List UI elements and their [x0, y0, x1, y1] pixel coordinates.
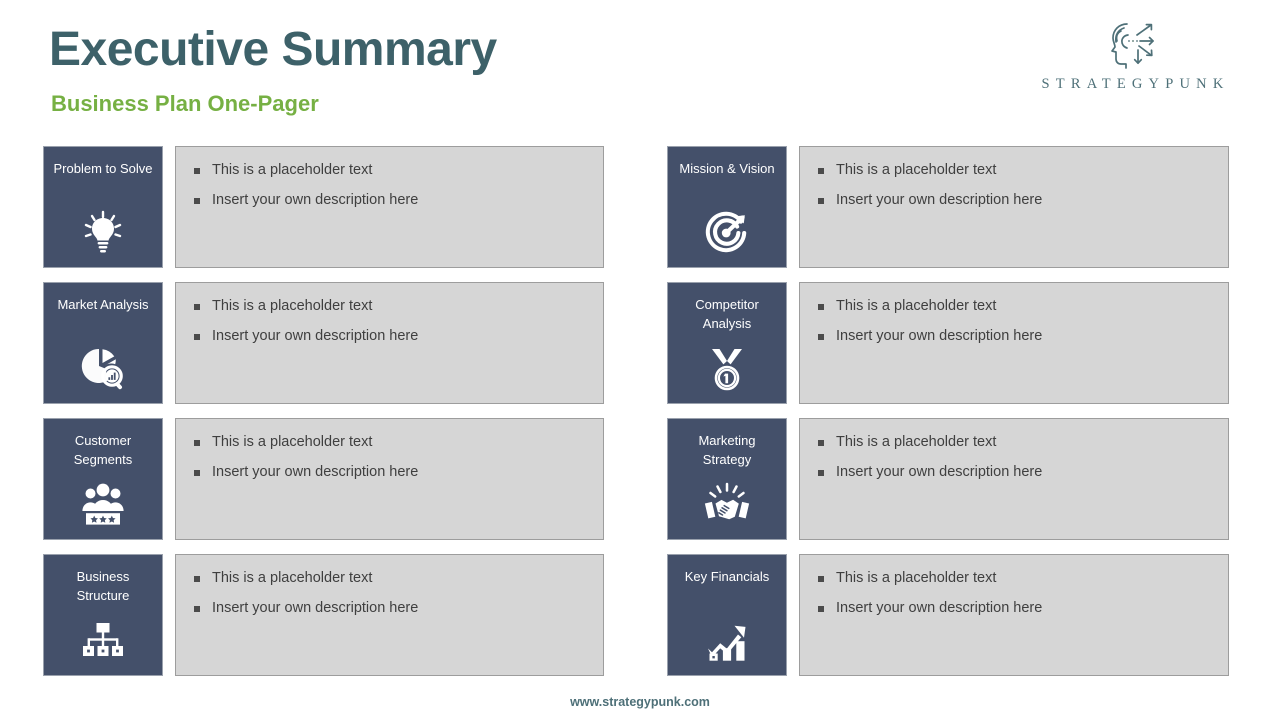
bullet-text: This is a placeholder text: [212, 434, 373, 450]
bullet-text: This is a placeholder text: [836, 434, 997, 450]
panel-problem-to-solve[interactable]: This is a placeholder text Insert your o…: [175, 146, 604, 268]
panel-customer-segments[interactable]: This is a placeholder text Insert your o…: [175, 418, 604, 540]
bullet-text: Insert your own description here: [836, 192, 1043, 208]
tile-competitor-analysis[interactable]: Competitor Analysis: [667, 282, 787, 404]
square-bullet-icon: [818, 440, 824, 446]
list-item: This is a placeholder text: [818, 433, 1228, 452]
target-arrow-icon: [703, 209, 751, 257]
bullet-text: Insert your own description here: [836, 328, 1043, 344]
tile-problem-to-solve[interactable]: Problem to Solve: [43, 146, 163, 268]
people-group-stars-icon: [79, 481, 127, 529]
panel-mission-and-vision[interactable]: This is a placeholder text Insert your o…: [799, 146, 1229, 268]
square-bullet-icon: [194, 470, 200, 476]
list-item: This is a placeholder text: [194, 433, 603, 452]
tile-label: Customer Segments: [73, 433, 133, 467]
brand-wordmark: STRATEGYPUNK: [1041, 76, 1230, 92]
tile-market-analysis[interactable]: Market Analysis: [43, 282, 163, 404]
org-chart-icon: [79, 617, 127, 665]
strategypunk-head-arrows-logo-icon: [1110, 23, 1154, 69]
bullet-text: Insert your own description here: [212, 464, 419, 480]
pie-chart-magnifier-icon: [79, 345, 127, 393]
panel-competitor-analysis[interactable]: This is a placeholder text Insert your o…: [799, 282, 1229, 404]
panel-business-structure[interactable]: This is a placeholder text Insert your o…: [175, 554, 604, 676]
bullet-text: This is a placeholder text: [212, 298, 373, 314]
bullet-text: This is a placeholder text: [836, 298, 997, 314]
square-bullet-icon: [818, 576, 824, 582]
bullet-text: This is a placeholder text: [836, 570, 997, 586]
list-item: This is a placeholder text: [194, 161, 603, 180]
bullet-text: Insert your own description here: [212, 328, 419, 344]
square-bullet-icon: [194, 304, 200, 310]
square-bullet-icon: [818, 198, 824, 204]
slide-header: Executive Summary Business Plan One-Page…: [0, 0, 1280, 140]
tile-label: Market Analysis: [57, 297, 149, 312]
page-subtitle: Business Plan One-Pager: [51, 91, 319, 116]
list-item: This is a placeholder text: [818, 297, 1228, 316]
handshake-icon: [703, 481, 751, 529]
tile-key-financials[interactable]: Key Financials: [667, 554, 787, 676]
tile-label: Marketing Strategy: [698, 433, 756, 467]
tile-label: Mission & Vision: [679, 161, 775, 176]
bullet-text: Insert your own description here: [836, 464, 1043, 480]
square-bullet-icon: [818, 334, 824, 340]
page-title: Executive Summary: [49, 23, 497, 76]
square-bullet-icon: [818, 606, 824, 612]
tile-marketing-strategy[interactable]: Marketing Strategy: [667, 418, 787, 540]
lightbulb-icon: [79, 209, 127, 257]
list-item: Insert your own description here: [818, 191, 1228, 210]
panel-market-analysis[interactable]: This is a placeholder text Insert your o…: [175, 282, 604, 404]
bullet-text: This is a placeholder text: [212, 570, 373, 586]
list-item: Insert your own description here: [194, 463, 603, 482]
list-item: This is a placeholder text: [818, 161, 1228, 180]
list-item: Insert your own description here: [194, 191, 603, 210]
square-bullet-icon: [194, 606, 200, 612]
panel-key-financials[interactable]: This is a placeholder text Insert your o…: [799, 554, 1229, 676]
brand-logo: STRATEGYPUNK: [1035, 18, 1230, 96]
list-item: This is a placeholder text: [194, 297, 603, 316]
list-item: Insert your own description here: [818, 599, 1228, 618]
bullet-text: Insert your own description here: [212, 600, 419, 616]
square-bullet-icon: [818, 168, 824, 174]
square-bullet-icon: [818, 470, 824, 476]
square-bullet-icon: [194, 334, 200, 340]
footer-url[interactable]: www.strategypunk.com: [0, 695, 1280, 709]
tile-label: Business Structure: [76, 569, 130, 603]
bullet-text: Insert your own description here: [212, 192, 419, 208]
tile-label: Competitor Analysis: [695, 297, 759, 331]
bullet-text: This is a placeholder text: [836, 162, 997, 178]
medal-number-one-icon: [703, 345, 751, 393]
square-bullet-icon: [194, 440, 200, 446]
bullet-text: This is a placeholder text: [212, 162, 373, 178]
square-bullet-icon: [194, 168, 200, 174]
tile-customer-segments[interactable]: Customer Segments: [43, 418, 163, 540]
list-item: Insert your own description here: [194, 599, 603, 618]
bullet-text: Insert your own description here: [836, 600, 1043, 616]
list-item: Insert your own description here: [818, 327, 1228, 346]
square-bullet-icon: [194, 576, 200, 582]
tile-label: Problem to Solve: [53, 161, 153, 176]
list-item: This is a placeholder text: [818, 569, 1228, 588]
tile-business-structure[interactable]: Business Structure: [43, 554, 163, 676]
growth-bar-chart-arrow-icon: [703, 617, 751, 665]
list-item: Insert your own description here: [818, 463, 1228, 482]
square-bullet-icon: [818, 304, 824, 310]
tile-label: Key Financials: [684, 569, 770, 584]
list-item: This is a placeholder text: [194, 569, 603, 588]
panel-marketing-strategy[interactable]: This is a placeholder text Insert your o…: [799, 418, 1229, 540]
square-bullet-icon: [194, 198, 200, 204]
list-item: Insert your own description here: [194, 327, 603, 346]
tile-mission-and-vision[interactable]: Mission & Vision: [667, 146, 787, 268]
